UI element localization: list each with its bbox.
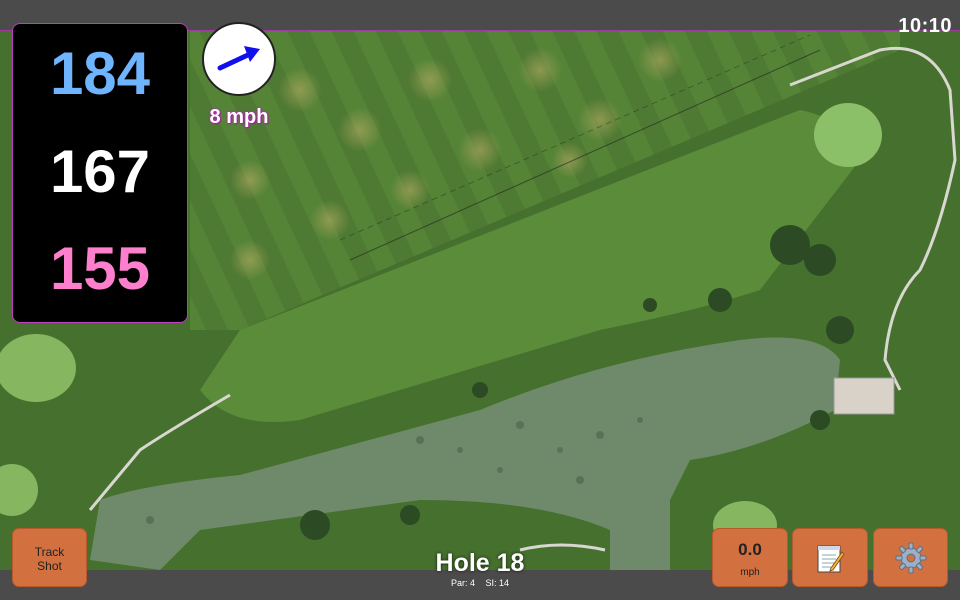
hole-par: Par: 4 [450,578,475,588]
track-shot-button[interactable]: Track Shot [12,528,87,587]
gear-icon [895,542,926,573]
speed-button[interactable]: 0.0 mph [712,528,788,587]
arrow-right-up-icon [217,46,260,71]
hole-title: Hole 18 [435,549,525,577]
track-shot-label-line2: Shot [37,559,62,573]
distance-front: 155 [49,235,151,302]
notepad-icon [817,545,845,572]
distance-panel: 184 167 155 [12,23,188,323]
distance-middle: 167 [49,138,151,205]
track-shot-label-line1: Track [34,545,65,559]
settings-button[interactable] [873,528,948,587]
speed-value: 0.0 [738,540,762,559]
wind-speed: 8 mph [209,106,269,128]
green-18 [814,103,882,167]
clubhouse [833,377,895,415]
speed-unit: mph [740,567,760,578]
hole-meta: Par: 4 SI: 14 [380,578,580,588]
status-clock: 10:10 [898,15,952,37]
hole-stroke-index: SI: 14 [485,578,510,588]
wind-indicator [202,22,276,96]
notes-button[interactable] [792,528,868,587]
distance-back: 184 [49,40,151,107]
